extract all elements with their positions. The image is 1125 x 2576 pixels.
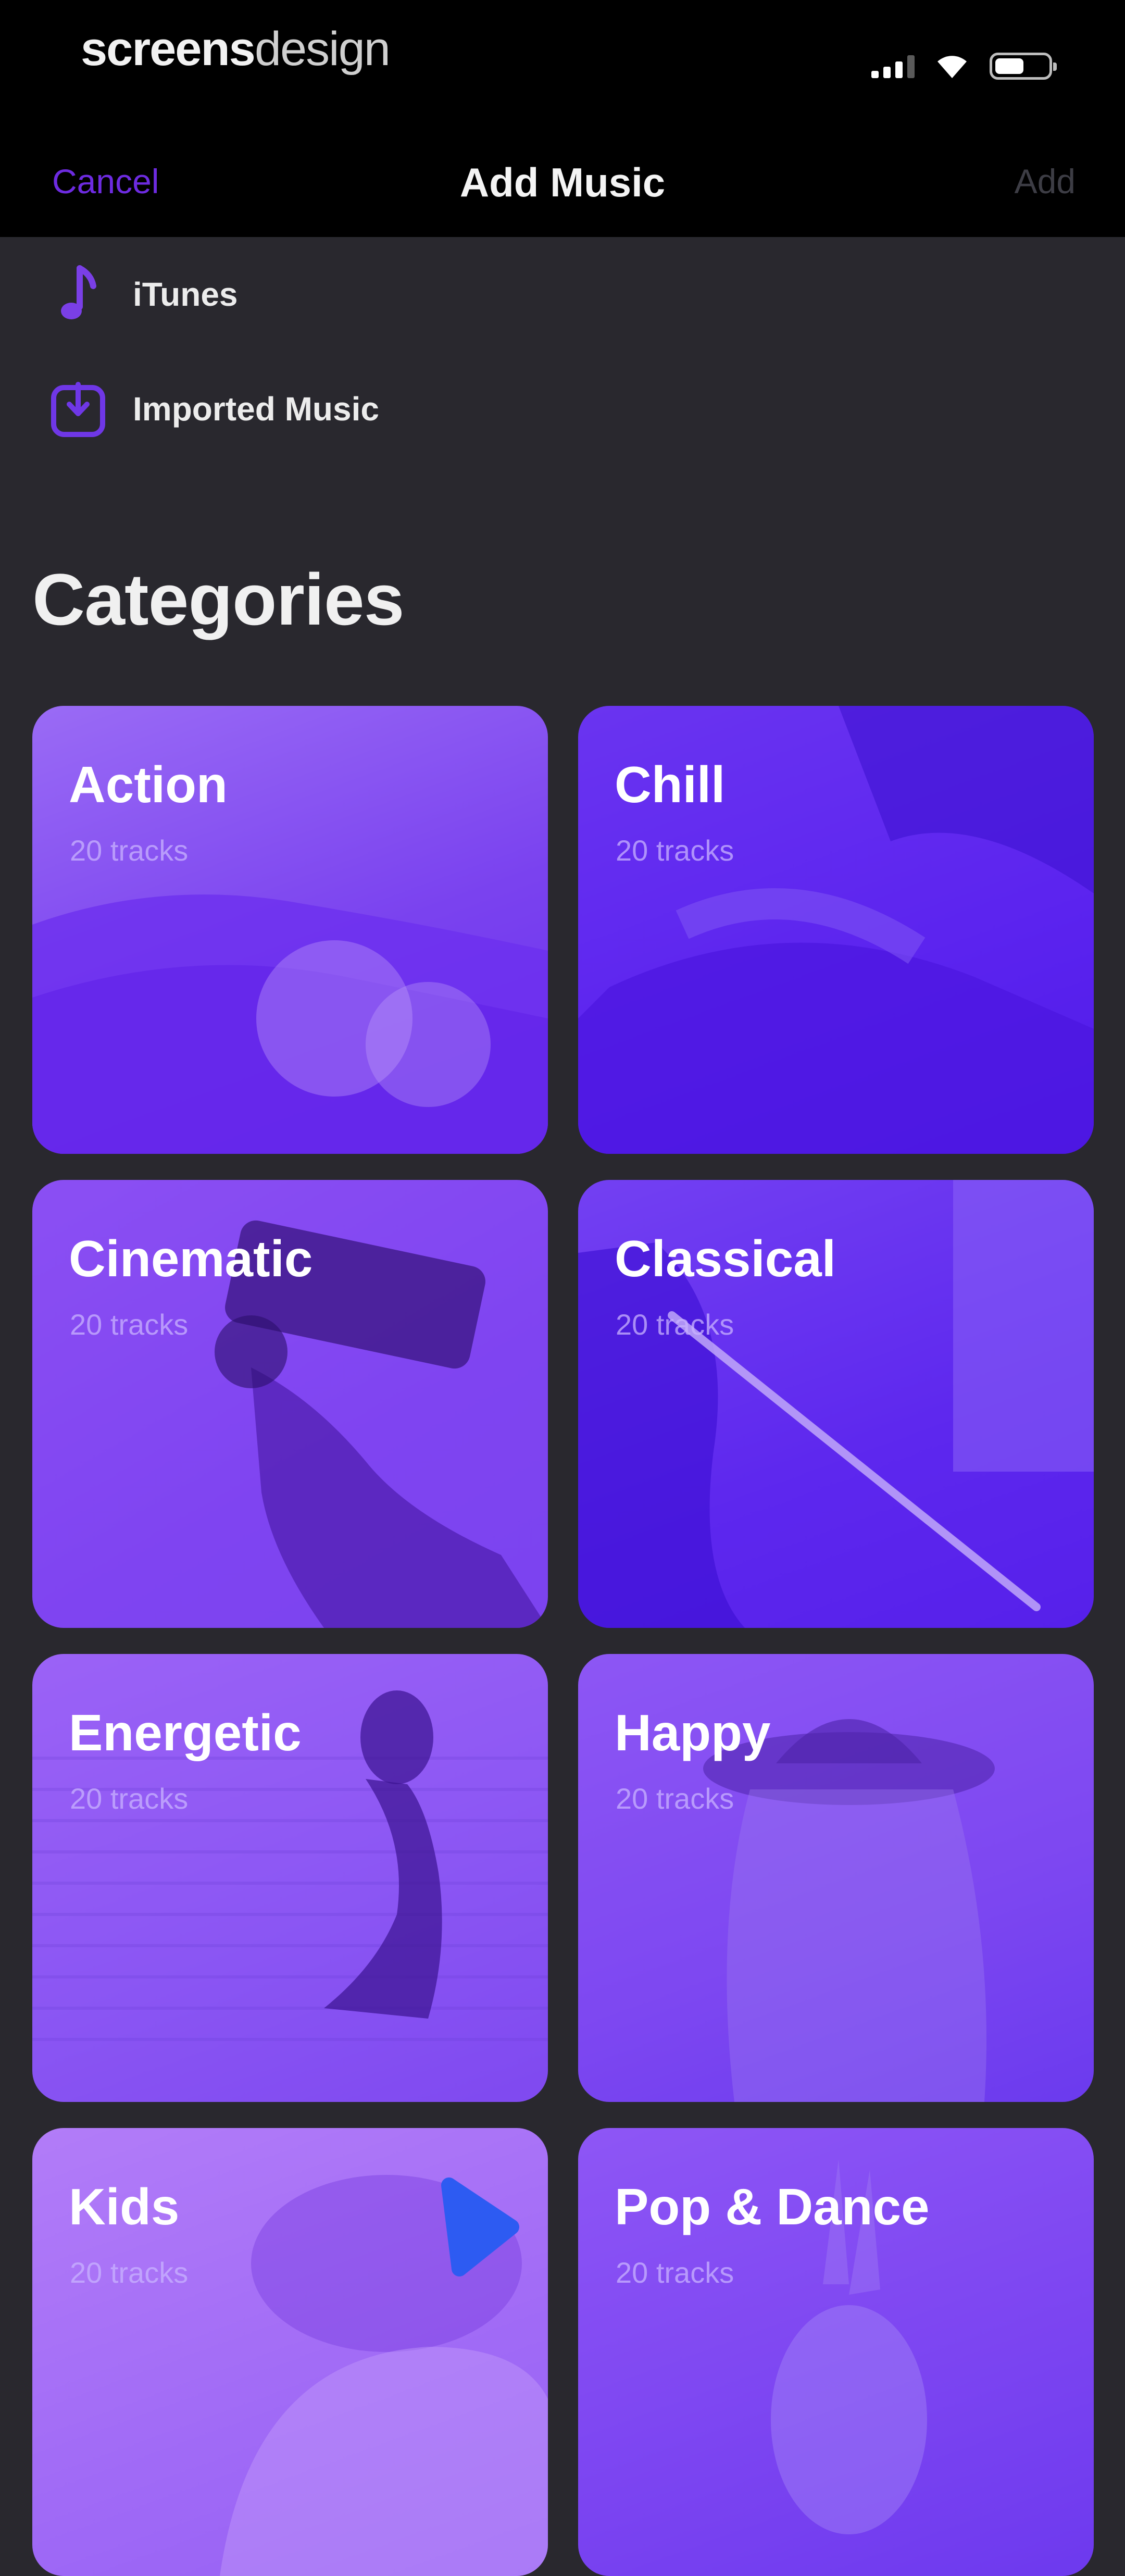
category-title: Happy xyxy=(615,1704,771,1761)
cellular-signal-icon xyxy=(871,54,915,78)
source-item-imported-music[interactable]: Imported Music xyxy=(47,372,379,445)
add-button[interactable]: Add xyxy=(1015,161,1076,201)
category-title: Energetic xyxy=(69,1704,302,1761)
music-note-icon xyxy=(47,263,109,326)
import-icon xyxy=(47,378,109,440)
category-card-classical[interactable]: Classical 20 tracks xyxy=(578,1180,1094,1628)
top-bar: screensdesign Cancel Add Music Add xyxy=(0,0,1125,237)
category-track-count: 20 tracks xyxy=(70,2256,189,2289)
category-track-count: 20 tracks xyxy=(616,2256,734,2289)
category-track-count: 20 tracks xyxy=(616,1308,734,1341)
category-track-count: 20 tracks xyxy=(70,1308,189,1341)
battery-icon xyxy=(990,53,1057,80)
brand-watermark: screensdesign xyxy=(81,22,391,76)
brand-light-text: design xyxy=(254,22,391,76)
category-track-count: 20 tracks xyxy=(70,1782,189,1815)
categories-heading: Categories xyxy=(32,558,405,640)
category-track-count: 20 tracks xyxy=(70,834,189,867)
source-item-label: Imported Music xyxy=(133,390,379,428)
category-card-action[interactable]: Action 20 tracks xyxy=(32,706,548,1154)
brand-bold-text: screens xyxy=(81,22,256,76)
category-title: Pop & Dance xyxy=(615,2178,930,2235)
category-card-pop-dance[interactable]: Pop & Dance 20 tracks xyxy=(578,2128,1094,2576)
category-card-chill[interactable]: Chill 20 tracks xyxy=(578,706,1094,1154)
wifi-icon xyxy=(935,53,969,79)
page-title: Add Music xyxy=(459,159,666,205)
category-card-kids[interactable]: Kids 20 tracks xyxy=(32,2128,548,2576)
category-title: Chill xyxy=(615,756,726,813)
category-track-count: 20 tracks xyxy=(616,834,734,867)
category-track-count: 20 tracks xyxy=(616,1782,734,1815)
source-item-itunes[interactable]: iTunes xyxy=(47,258,238,331)
category-title: Cinematic xyxy=(69,1230,313,1287)
category-card-happy[interactable]: Happy 20 tracks xyxy=(578,1654,1094,2102)
source-item-label: iTunes xyxy=(133,276,238,313)
status-icons xyxy=(871,48,1057,84)
category-title: Action xyxy=(69,756,228,813)
category-title: Classical xyxy=(615,1230,836,1287)
category-card-cinematic[interactable]: Cinematic 20 tracks xyxy=(32,1180,548,1628)
category-title: Kids xyxy=(69,2178,180,2235)
category-card-energetic[interactable]: Energetic 20 tracks xyxy=(32,1654,548,2102)
